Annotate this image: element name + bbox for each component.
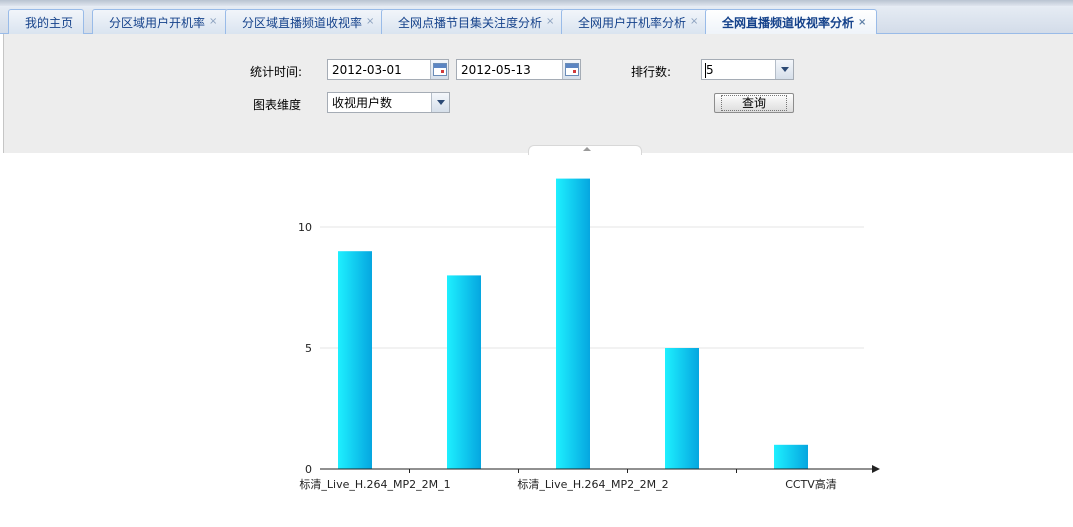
end-date-value: 2012-05-13: [461, 62, 531, 77]
chart-area: 0 5 10 标清_Live_H.264_MP2_2M_1 标清_Live_H.264_…: [0, 153, 1073, 527]
start-date-value: 2012-03-01: [332, 62, 402, 77]
tab-label: 全网点播节目集关注度分析: [398, 15, 543, 30]
y-tick-label: 0: [305, 463, 312, 476]
close-icon[interactable]: ×: [690, 17, 698, 27]
bar: [447, 275, 481, 469]
bar: [338, 251, 372, 469]
query-button-label: 查询: [720, 95, 787, 111]
dimension-label: 图表维度: [253, 98, 302, 112]
start-date-picker[interactable]: [430, 60, 448, 79]
dimension-value: 收视用户数: [332, 96, 393, 110]
end-date-picker[interactable]: [562, 60, 580, 79]
tab-vod-attention[interactable]: 全网点播节目集关注度分析 ×: [381, 9, 566, 34]
bar-chart: 0 5 10 标清_Live_H.264_MP2_2M_1 标清_Live_H.264_…: [298, 178, 880, 491]
close-icon[interactable]: ×: [366, 17, 374, 27]
app-window: 我的主页 分区域用户开机率 × 分区域直播频道收视率 × 全网点播节目集关注度分…: [0, 0, 1073, 527]
x-axis-arrow: [872, 465, 880, 473]
tab-region-live-ratings[interactable]: 分区域直播频道收视率 ×: [225, 9, 386, 34]
chevron-down-icon: [436, 100, 445, 105]
calendar-icon: [432, 63, 447, 76]
tab-label: 全网直播频道收视率分析: [722, 16, 855, 30]
dimension-dropdown-trigger[interactable]: [431, 93, 449, 112]
tab-bar: 我的主页 分区域用户开机率 × 分区域直播频道收视率 × 全网点播节目集关注度分…: [0, 6, 1073, 35]
calendar-icon: [564, 63, 579, 76]
y-tick-label: 5: [305, 342, 312, 355]
tab-label: 分区域用户开机率: [109, 15, 206, 30]
tab-home[interactable]: 我的主页: [8, 9, 85, 34]
tab-label: 全网用户开机率分析: [578, 15, 687, 30]
tab-network-live-ratings[interactable]: 全网直播频道收视率分析 ×: [705, 9, 878, 35]
y-tick-label: 10: [298, 221, 312, 234]
rank-select[interactable]: 5: [701, 59, 794, 80]
bar: [556, 178, 590, 469]
chevron-up-icon: [583, 147, 591, 151]
tab-network-power-on[interactable]: 全网用户开机率分析 ×: [561, 9, 710, 34]
rank-value: 5: [706, 62, 714, 77]
query-button[interactable]: 查询: [714, 93, 794, 113]
close-icon[interactable]: ×: [858, 17, 866, 28]
collapse-panel-toggle[interactable]: [528, 145, 642, 155]
rank-label: 排行数:: [631, 65, 672, 79]
x-tick-label: 标清_Live_H.264_MP2_2M_2: [517, 477, 668, 491]
bar: [665, 348, 699, 469]
rank-dropdown-trigger[interactable]: [775, 60, 793, 79]
start-date-field[interactable]: 2012-03-01: [327, 59, 449, 80]
end-date-field[interactable]: 2012-05-13: [456, 59, 581, 80]
dimension-select[interactable]: 收视用户数: [327, 92, 450, 113]
time-label: 统计时间:: [250, 65, 303, 79]
tab-label: 我的主页: [25, 15, 74, 30]
bar: [774, 444, 808, 469]
tab-region-power-on-rate[interactable]: 分区域用户开机率 ×: [92, 9, 229, 34]
x-tick-label: 标清_Live_H.264_MP2_2M_1: [299, 477, 450, 491]
chevron-down-icon: [780, 67, 789, 72]
text-cursor: [705, 63, 706, 78]
x-tick-label: CCTV高清: [785, 477, 837, 491]
filter-panel: 统计时间: 2012-03-01 2012-05-13 排行数: 5 图表维度 …: [3, 34, 1073, 153]
close-icon[interactable]: ×: [546, 17, 554, 27]
tab-label: 分区域直播频道收视率: [242, 15, 363, 30]
close-icon[interactable]: ×: [209, 17, 217, 27]
